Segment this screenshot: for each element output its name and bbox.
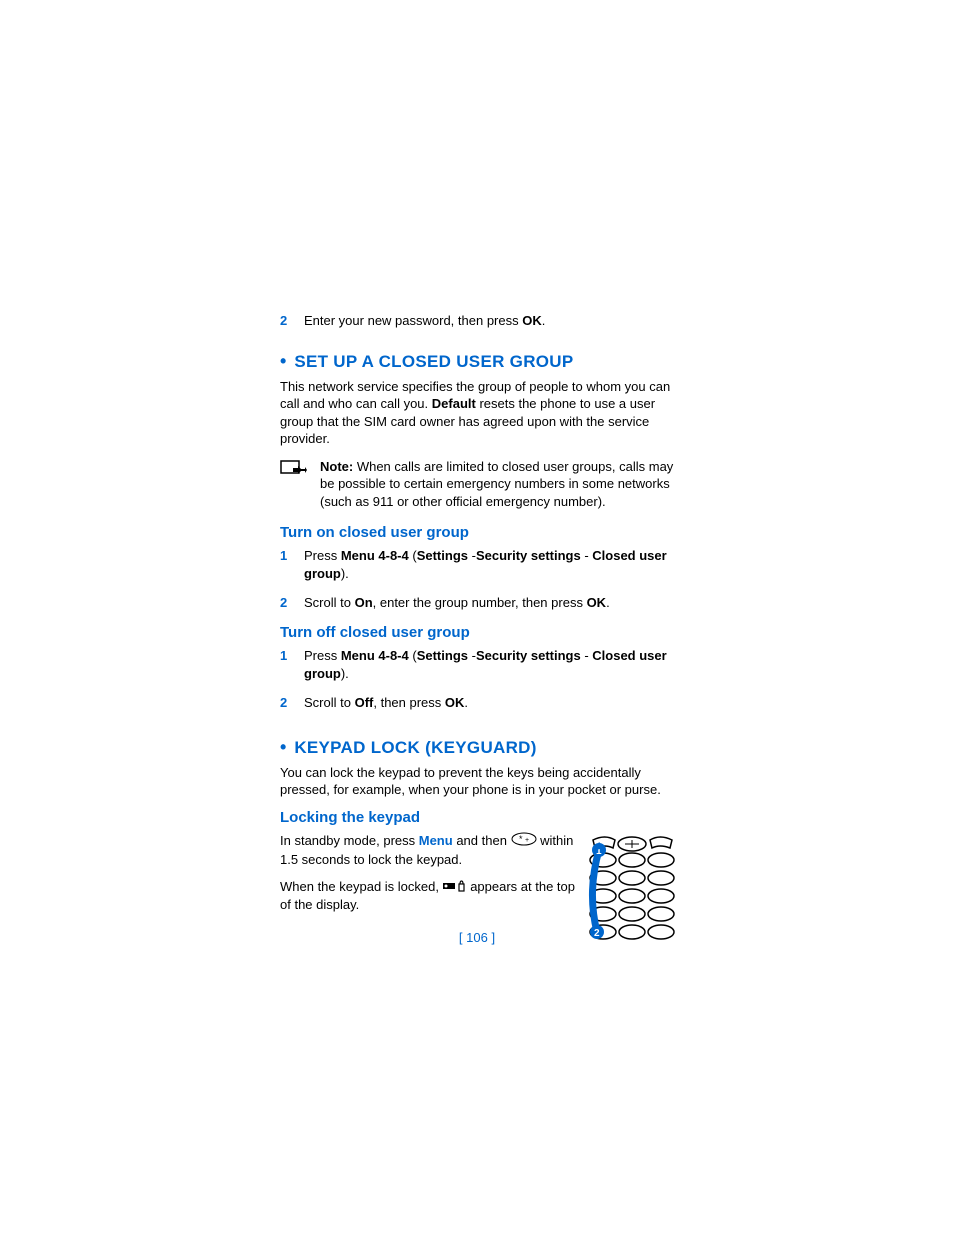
paragraph: This network service specifies the group… — [280, 378, 680, 448]
step-item: 2 Scroll to On, enter the group number, … — [280, 594, 680, 612]
step-number: 1 — [280, 547, 298, 582]
text: , enter the group number, then press — [373, 595, 587, 610]
step-text: Enter your new password, then press OK. — [304, 312, 545, 330]
note-row: Note: When calls are limited to closed u… — [280, 458, 680, 511]
text: - — [468, 648, 476, 663]
section-heading-row: • SET UP A CLOSED USER GROUP — [280, 352, 680, 372]
default-label: Default — [432, 396, 476, 411]
text: ( — [409, 648, 417, 663]
bullet-icon: • — [280, 352, 286, 372]
step-text: Scroll to On, enter the group number, th… — [304, 594, 610, 612]
subsection-heading: Locking the keypad — [280, 809, 680, 826]
menu-label: Menu — [419, 833, 453, 848]
text: , then press — [373, 695, 445, 710]
step-item: 2 Enter your new password, then press OK… — [280, 312, 680, 330]
locking-row: In standby mode, press Menu and then *+ … — [280, 832, 680, 945]
subsection-heading: Turn off closed user group — [280, 624, 680, 641]
step-item: 1 Press Menu 4-8-4 (Settings -Security s… — [280, 647, 680, 682]
ok-label: OK — [445, 695, 465, 710]
section-heading: SET UP A CLOSED USER GROUP — [294, 352, 573, 372]
text: and then — [453, 833, 511, 848]
text: - — [581, 548, 593, 563]
text: ( — [409, 548, 417, 563]
text: Scroll to — [304, 595, 355, 610]
page-number: [ 106 ] — [0, 930, 954, 945]
step-item: 1 Press Menu 4-8-4 (Settings -Security s… — [280, 547, 680, 582]
content-area: 2 Enter your new password, then press OK… — [280, 312, 680, 945]
note-label: Note: — [320, 459, 353, 474]
bullet-icon: • — [280, 738, 286, 758]
menu-path: Menu 4-8-4 — [341, 648, 409, 663]
text: In standby mode, press — [280, 833, 419, 848]
paragraph: You can lock the keypad to prevent the k… — [280, 764, 680, 799]
svg-text:+: + — [525, 837, 529, 844]
text: When the keypad is locked, — [280, 879, 443, 894]
text: . — [542, 313, 546, 328]
step-text: Scroll to Off, then press OK. — [304, 694, 468, 712]
text: ). — [341, 566, 349, 581]
text: Press — [304, 648, 341, 663]
step-number: 2 — [280, 312, 298, 330]
step-text: Press Menu 4-8-4 (Settings -Security set… — [304, 647, 680, 682]
section-heading-row: • KEYPAD LOCK (KEYGUARD) — [280, 738, 680, 758]
security-label: Security settings — [476, 648, 581, 663]
settings-label: Settings — [417, 548, 468, 563]
text: - — [581, 648, 593, 663]
note-arrow-icon — [280, 458, 310, 485]
off-label: Off — [355, 695, 374, 710]
settings-label: Settings — [417, 648, 468, 663]
text: Enter your new password, then press — [304, 313, 522, 328]
paragraph: In standby mode, press Menu and then *+ … — [280, 832, 575, 868]
text: Press — [304, 548, 341, 563]
step-number: 2 — [280, 594, 298, 612]
on-label: On — [355, 595, 373, 610]
lock-key-icon — [443, 879, 467, 897]
step-text: Press Menu 4-8-4 (Settings -Security set… — [304, 547, 680, 582]
paragraph: When the keypad is locked, appears at th… — [280, 878, 575, 914]
star-key-icon: *+ — [511, 832, 537, 851]
text: - — [468, 548, 476, 563]
text: . — [606, 595, 610, 610]
subsection-heading: Turn on closed user group — [280, 524, 680, 541]
text: . — [464, 695, 468, 710]
menu-path: Menu 4-8-4 — [341, 548, 409, 563]
text: ). — [341, 666, 349, 681]
step-item: 2 Scroll to Off, then press OK. — [280, 694, 680, 712]
section-heading: KEYPAD LOCK (KEYGUARD) — [294, 738, 536, 758]
step-number: 2 — [280, 694, 298, 712]
ok-label: OK — [522, 313, 542, 328]
security-label: Security settings — [476, 548, 581, 563]
ok-label: OK — [587, 595, 607, 610]
text: When calls are limited to closed user gr… — [320, 459, 673, 509]
document-page: 2 Enter your new password, then press OK… — [0, 0, 954, 1235]
step-number: 1 — [280, 647, 298, 682]
locking-text: In standby mode, press Menu and then *+ … — [280, 832, 585, 924]
svg-text:*: * — [519, 834, 523, 844]
text: Scroll to — [304, 695, 355, 710]
phone-keypad-illustration: 1 2 — [585, 832, 680, 945]
note-text: Note: When calls are limited to closed u… — [320, 458, 680, 511]
